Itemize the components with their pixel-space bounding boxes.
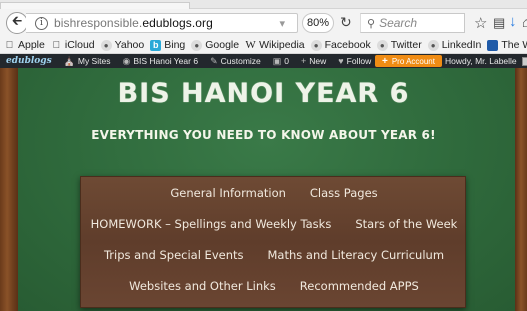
back-button[interactable]: 🡰 [6,12,28,34]
bookmarks-bar: Apple iCloud ●Yahoo bBing ●Google WWik… [0,37,527,54]
follow-link[interactable]: ♥ Follow [338,56,371,66]
pro-account-button[interactable]: + Pro Account [375,55,442,67]
url-text: bishresponsible.edublogs.org [54,16,213,30]
info-icon[interactable]: i [35,16,48,30]
search-icon: ⚲ [367,17,376,30]
menu-item-homework[interactable]: HOMEWORK – Spellings and Weekly Tasks [91,217,332,231]
tab-strip [0,0,527,9]
plus-icon: + [301,56,307,66]
bookmark-bing[interactable]: b Bing [150,39,185,51]
bookmark-wikipedia[interactable]: W Wikipedia [245,39,304,51]
back-arrow-icon: 🡰 [11,13,23,28]
download-icon[interactable]: ↓ [509,13,517,30]
site-title[interactable]: BIS HANOI YEAR 6 [0,78,527,109]
dropdown-arrow-icon[interactable]: ▾ [279,17,285,30]
bookmark-google[interactable]: ● Google [191,39,239,51]
wikipedia-icon: W [245,39,256,51]
navigation-menu-board: General Information Class Pages HOMEWORK… [80,176,466,308]
reload-icon[interactable]: ↻ [340,14,352,31]
avatar [521,56,527,66]
bookmark-facebook[interactable]: ● Facebook [310,39,371,51]
site-content: BIS HANOI YEAR 6 EVERYTHING YOU NEED TO … [0,68,527,311]
new-content-menu[interactable]: + New [301,56,326,66]
customize-link[interactable]: ✎ Customize [210,56,261,67]
navigation-bar: 🡰 i bishresponsible.edublogs.org ▾ 80% ↻… [0,9,527,37]
comments-link[interactable]: ▣ 0 [273,56,289,67]
bing-icon: b [150,39,162,51]
menu-row: General Information Class Pages [81,186,467,200]
globe-icon: ● [191,39,203,51]
dashboard-icon: ◉ [122,55,131,66]
heart-icon: ♥ [338,56,344,66]
menu-item-maths-and-literacy[interactable]: Maths and Literacy Curriculum [268,248,445,262]
globe-icon: ● [376,39,388,51]
menu-row: HOMEWORK – Spellings and Weekly Tasks St… [81,217,467,231]
sites-icon: ⛪ [63,55,75,66]
zoom-level-indicator[interactable]: 80% [302,13,334,33]
menu-item-stars-of-the-week[interactable]: Stars of the Week [355,217,457,231]
search-input[interactable]: ⚲ Search [360,13,465,33]
menu-item-websites-and-links[interactable]: Websites and Other Links [129,279,276,293]
menu-item-class-pages[interactable]: Class Pages [310,186,378,200]
globe-icon: ● [100,39,112,51]
brush-icon: ✎ [210,55,218,66]
reading-list-icon[interactable]: ▤ [493,15,505,31]
apple-icon:  [4,40,15,51]
edublogs-logo[interactable]: edublogs [6,56,52,66]
bookmark-icloud[interactable]: iCloud [51,39,95,51]
globe-icon: ● [310,39,322,51]
site-name-menu[interactable]: ◉ BIS Hanoi Year 6 [122,56,198,67]
bookmark-weather-channel[interactable]: The Weather Channel [487,39,527,51]
menu-item-general-information[interactable]: General Information [170,186,286,200]
bookmark-apple[interactable]: Apple [4,39,45,51]
menu-row: Trips and Special Events Maths and Liter… [81,248,467,262]
site-tagline: EVERYTHING YOU NEED TO KNOW ABOUT YEAR 6… [91,128,436,142]
bookmark-linkedin[interactable]: ● LinkedIn [427,39,481,51]
bookmark-star-icon[interactable]: ☆ [474,14,487,32]
user-account-menu[interactable]: Howdy, Mr. Labelle [445,54,527,68]
globe-icon: ● [427,39,439,51]
bookmark-twitter[interactable]: ● Twitter [376,39,422,51]
active-tab[interactable] [0,2,190,9]
weather-icon [487,39,499,51]
search-placeholder: Search [379,16,418,30]
home-icon[interactable]: ⌂ [522,14,527,30]
plus-icon: + [382,55,388,67]
url-bar[interactable]: i bishresponsible.edublogs.org ▾ [26,13,298,33]
comment-icon: ▣ [272,55,282,66]
bookmark-yahoo[interactable]: ● Yahoo [100,39,144,51]
my-sites-menu[interactable]: ⛪ My Sites [64,56,111,67]
menu-row: Websites and Other Links Recommended APP… [81,279,467,293]
apple-icon:  [51,40,62,51]
menu-item-recommended-apps[interactable]: Recommended APPS [300,279,419,293]
menu-item-trips-and-events[interactable]: Trips and Special Events [104,248,244,262]
edublogs-admin-bar: edublogs ⛪ My Sites ◉ BIS Hanoi Year 6 ✎ Cu… [0,54,527,68]
